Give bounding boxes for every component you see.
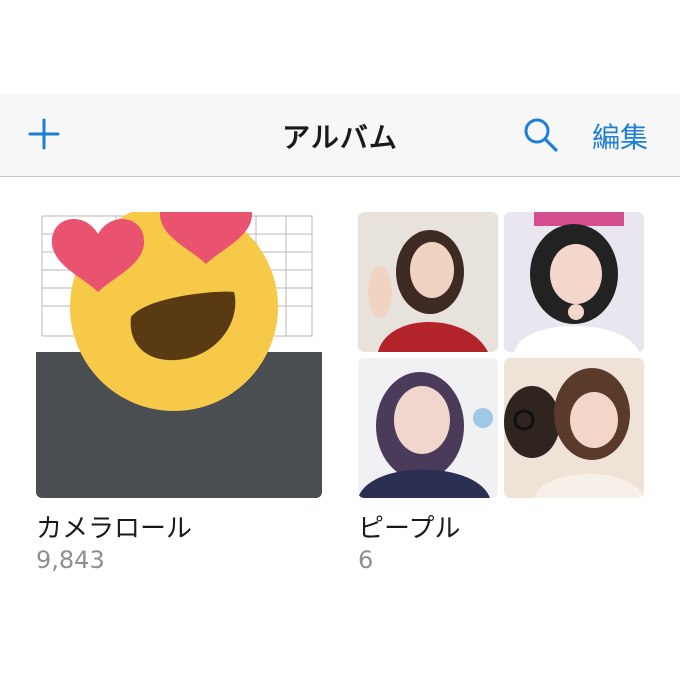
album-name: ピープル <box>358 514 461 544</box>
person-photo <box>358 358 498 498</box>
album-count: 9,843 <box>36 546 105 574</box>
albums-screen: アルバム 編集 カメラロール 9,843 ピープル 6 <box>0 0 680 680</box>
album-thumbnail-grid <box>358 212 644 498</box>
navigation-bar: アルバム 編集 <box>0 94 680 177</box>
add-album-button[interactable] <box>24 114 64 154</box>
page-title: アルバム <box>282 121 398 154</box>
search-button[interactable] <box>522 116 560 154</box>
search-icon <box>524 118 558 152</box>
album-thumbnail <box>36 212 322 498</box>
person-photo <box>504 358 644 498</box>
document-photo-thumbnail <box>36 212 322 498</box>
person-photo <box>358 212 498 352</box>
album-name: カメラロール <box>36 514 193 544</box>
person-photo <box>504 212 644 352</box>
album-camera-roll[interactable]: カメラロール 9,843 <box>36 212 322 574</box>
plus-icon <box>28 118 60 150</box>
edit-button[interactable]: 編集 <box>592 116 648 156</box>
album-count: 6 <box>358 546 374 574</box>
album-people[interactable]: ピープル 6 <box>358 212 644 574</box>
